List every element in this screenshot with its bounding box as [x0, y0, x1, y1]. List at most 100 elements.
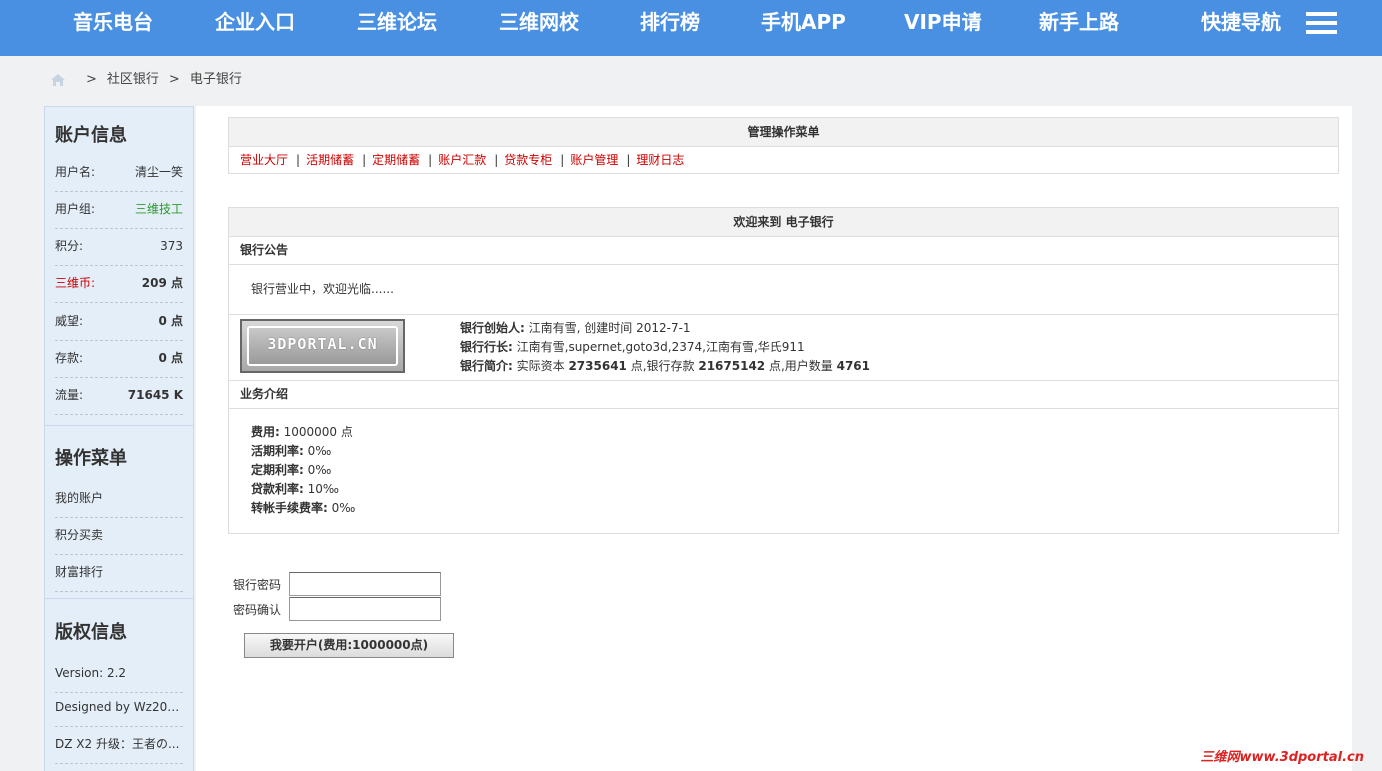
account-label: 威望: — [55, 314, 84, 328]
menu-pipe: | — [626, 153, 631, 167]
fee-row: 定期利率: 0‰ — [251, 461, 1338, 480]
account-value: 209 点 — [141, 276, 183, 290]
copyright-upgrade: DZ X2 升级：王者の... — [55, 726, 183, 764]
account-row-deposit: 存款: 0 点 — [55, 340, 183, 378]
account-value: 0 点 — [158, 314, 183, 328]
menu-pipe: | — [362, 153, 367, 167]
breadcrumb-separator: > — [168, 72, 180, 87]
account-label: 用户名: — [55, 165, 96, 179]
menu-link-loans[interactable]: 贷款专柜 — [504, 153, 552, 167]
business-fees: 费用: 1000000 点 活期利率: 0‰ 定期利率: 0‰ 贷款利率: 10… — [229, 409, 1338, 534]
bank-founder-label: 银行创始人: — [460, 321, 525, 335]
bank-president-value: 江南有雪,supernet,goto3d,2374,江南有雪,华氏911 — [512, 340, 805, 354]
menu-link-account-mgmt[interactable]: 账户管理 — [570, 153, 618, 167]
account-value: 0 点 — [158, 351, 183, 365]
bank-intro-label: 银行简介: — [460, 359, 513, 373]
account-label: 存款: — [55, 351, 84, 365]
account-label: 流量: — [55, 388, 84, 402]
confirm-password-input[interactable] — [289, 597, 441, 621]
bank-intro-text: 点,用户数量 — [765, 359, 837, 373]
account-row-traffic: 流量: 71645 K — [55, 377, 183, 415]
menu-link-finance-log[interactable]: 理财日志 — [636, 153, 684, 167]
account-row-group: 用户组: 三维技工 — [55, 191, 183, 229]
fee-row: 贷款利率: 10‰ — [251, 480, 1338, 499]
management-menu-links: 营业大厅 | 活期储蓄 | 定期储蓄 | 账户汇款 | 贷款专柜 | 账户管理 | 理财日志 — [229, 147, 1338, 174]
account-info-title: 账户信息 — [55, 125, 127, 146]
account-row-points: 积分: 373 — [55, 228, 183, 266]
business-intro-title: 业务介绍 — [229, 381, 1338, 409]
menu-link-fixed-savings[interactable]: 定期储蓄 — [372, 153, 420, 167]
account-value: 三维技工 — [134, 202, 183, 216]
bank-logo-text: 3DPORTAL.CN — [267, 335, 378, 353]
sidebar-divider — [45, 598, 193, 599]
bank-president-label: 银行行长: — [460, 340, 513, 354]
bank-intro-text: 点,银行存款 — [626, 359, 699, 373]
bank-users: 4761 — [836, 359, 871, 373]
account-label: 用户组: — [55, 202, 96, 216]
nav-item-newbie[interactable]: 新手上路 — [1039, 0, 1119, 45]
top-nav: 音乐电台 企业入口 三维论坛 三维网校 排行榜 手机APP VIP申请 新手上路… — [0, 0, 1382, 56]
fee-label: 费用: — [251, 425, 280, 439]
fee-value: 0‰ — [303, 463, 332, 477]
account-value: 清尘一笑 — [134, 165, 183, 179]
menu-pipe: | — [560, 153, 565, 167]
list-menu-icon[interactable] — [1306, 12, 1337, 34]
bank-founder-line: 银行创始人: 江南有雪, 创建时间 2012-7-1 — [460, 319, 870, 338]
menu-link-remittance[interactable]: 账户汇款 — [438, 153, 486, 167]
bank-password-input[interactable] — [289, 572, 441, 596]
menu-pipe: | — [428, 153, 433, 167]
sidebar-item-wealth-rank[interactable]: 财富排行 — [55, 554, 183, 592]
fee-row: 转帐手续费率: 0‰ — [251, 499, 1338, 518]
nav-item-vip[interactable]: VIP申请 — [904, 0, 982, 45]
bank-founder-value: 江南有雪, 创建时间 2012-7-1 — [524, 321, 691, 335]
management-menu-title: 管理操作菜单 — [229, 118, 1338, 147]
nav-item-forum[interactable]: 三维论坛 — [357, 0, 437, 45]
bank-logo: 3DPORTAL.CN — [240, 319, 405, 373]
fee-label: 转帐手续费率: — [251, 501, 328, 515]
bank-info-row: 3DPORTAL.CN 银行创始人: 江南有雪, 创建时间 2012-7-1 银… — [229, 315, 1338, 381]
nav-item-quick-nav[interactable]: 快捷导航 — [1201, 0, 1281, 45]
fee-value: 1000000 点 — [279, 425, 353, 439]
account-row-username: 用户名: 清尘一笑 — [55, 154, 183, 192]
account-value: 71645 K — [127, 388, 183, 402]
bank-capital: 2735641 — [568, 359, 627, 373]
sidebar-item-points-trade[interactable]: 积分买卖 — [55, 517, 183, 555]
sidebar-divider — [45, 425, 193, 426]
bank-notice-text: 银行营业中，欢迎光临...... — [229, 265, 1338, 315]
home-icon[interactable] — [50, 72, 66, 88]
ops-menu-title: 操作菜单 — [55, 448, 127, 469]
menu-pipe: | — [296, 153, 301, 167]
site-watermark: 三维网www.3dportal.cn — [1200, 750, 1364, 765]
nav-item-ranking[interactable]: 排行榜 — [640, 0, 700, 45]
fee-label: 贷款利率: — [251, 482, 304, 496]
sidebar: 账户信息 用户名: 清尘一笑 用户组: 三维技工 积分: 373 三维币: 20… — [44, 106, 194, 771]
fee-value: 0‰ — [327, 501, 356, 515]
menu-link-demand-savings[interactable]: 活期储蓄 — [306, 153, 354, 167]
confirm-password-label: 密码确认 — [233, 603, 282, 617]
menu-pipe: | — [494, 153, 499, 167]
sidebar-item-my-account[interactable]: 我的账户 — [55, 480, 183, 518]
account-label: 积分: — [55, 239, 84, 253]
nav-item-mobile-app[interactable]: 手机APP — [761, 0, 846, 45]
fee-row: 活期利率: 0‰ — [251, 442, 1338, 461]
breadcrumb: > 社区银行 > 电子银行 — [50, 70, 242, 90]
menu-link-lobby[interactable]: 营业大厅 — [240, 153, 288, 167]
breadcrumb-e-bank[interactable]: 电子银行 — [190, 72, 242, 87]
fee-label: 活期利率: — [251, 444, 304, 458]
bank-welcome-box: 欢迎来到 电子银行 银行公告 银行营业中，欢迎光临...... 3DPORTAL… — [228, 207, 1339, 534]
bank-president-line: 银行行长: 江南有雪,supernet,goto3d,2374,江南有雪,华氏9… — [460, 338, 870, 357]
fee-row: 费用: 1000000 点 — [251, 423, 1338, 442]
fee-value: 0‰ — [303, 444, 332, 458]
fee-label: 定期利率: — [251, 463, 304, 477]
copyright-version: Version: 2.2 — [55, 655, 183, 693]
bank-intro-text: 实际资本 — [512, 359, 569, 373]
open-account-button[interactable]: 我要开户(费用:1000000点) — [244, 633, 454, 658]
account-row-coins: 三维币: 209 点 — [55, 265, 183, 303]
bank-deposits: 21675142 — [698, 359, 766, 373]
nav-item-music-radio[interactable]: 音乐电台 — [73, 0, 153, 45]
nav-item-enterprise[interactable]: 企业入口 — [215, 0, 295, 45]
account-label: 三维币: — [55, 276, 96, 290]
bank-welcome-title: 欢迎来到 电子银行 — [229, 208, 1338, 237]
breadcrumb-community-bank[interactable]: 社区银行 — [107, 72, 159, 87]
nav-item-school[interactable]: 三维网校 — [499, 0, 579, 45]
